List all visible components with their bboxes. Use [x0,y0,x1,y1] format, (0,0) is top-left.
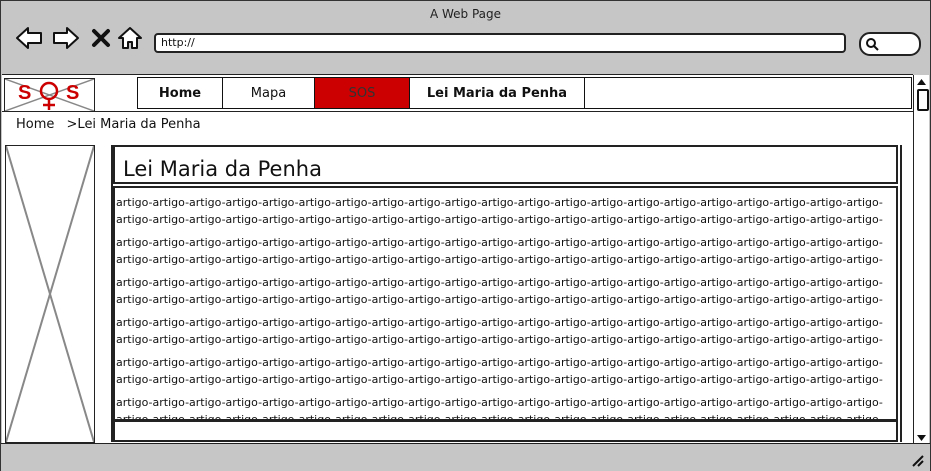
scroll-up-icon[interactable] [914,77,929,87]
browser-window: A Web Page http:// S S Home Mapa SOS Lei… [0,0,931,471]
back-arrow-icon [16,27,42,49]
logo-letter-right: S [66,82,79,104]
article-panel: Lei Maria da Penha artigo-artigo-artigo-… [111,145,902,442]
breadcrumb-current: >Lei Maria da Penha [66,117,201,132]
nav-empty-space [584,77,912,109]
stop-button[interactable] [90,25,112,51]
article-paragraph: artigo-artigo-artigo-artigo-artigo-artig… [116,236,883,266]
search-icon [866,38,879,51]
article-footer [113,420,898,442]
sos-logo[interactable]: S S [4,78,95,112]
breadcrumb-home[interactable]: Home [16,117,54,132]
forward-button[interactable] [52,25,80,51]
article-paragraph: artigo-artigo-artigo-artigo-artigo-artig… [116,316,883,346]
article-title: Lei Maria da Penha [123,157,322,181]
header-divider [2,111,913,112]
page-viewport: S S Home Mapa SOS Lei Maria da Penha Hom… [2,74,913,444]
tab-sos[interactable]: SOS [314,77,410,109]
tab-mapa[interactable]: Mapa [222,77,315,109]
article-header: Lei Maria da Penha [113,145,898,184]
main-nav: Home Mapa SOS Lei Maria da Penha [121,77,916,111]
image-placeholder [5,145,95,443]
window-title: A Web Page [429,7,502,21]
article-body: artigo-artigo-artigo-artigo-artigo-artig… [113,186,898,421]
browser-search-field[interactable] [859,32,921,56]
status-bar [1,443,930,471]
tab-home[interactable]: Home [137,77,223,109]
url-text: http:// [161,36,195,49]
tab-lei-maria-da-penha[interactable]: Lei Maria da Penha [409,77,585,109]
back-button[interactable] [15,25,43,51]
vertical-scrollbar[interactable] [913,75,929,443]
home-button[interactable] [117,25,143,51]
scroll-thumb[interactable] [917,89,929,111]
scroll-down-icon[interactable] [914,433,929,443]
placeholder-x-icon [6,146,94,442]
close-icon [92,29,110,47]
resize-grip-icon[interactable] [910,453,924,467]
article-paragraph: artigo-artigo-artigo-artigo-artigo-artig… [116,276,883,306]
home-icon [118,27,142,49]
article-paragraph: artigo-artigo-artigo-artigo-artigo-artig… [116,356,883,386]
article-paragraph: artigo-artigo-artigo-artigo-artigo-artig… [116,396,883,421]
tab-lei-label: Lei Maria da Penha [426,85,568,101]
article-paragraph: artigo-artigo-artigo-artigo-artigo-artig… [116,196,883,226]
logo-letter-left: S [18,82,31,104]
tab-mapa-label: Mapa [250,85,287,101]
url-input[interactable]: http:// [154,33,846,53]
forward-arrow-icon [53,27,79,49]
tab-sos-label: SOS [348,85,376,101]
breadcrumb: Home >Lei Maria da Penha [16,117,201,132]
tab-home-label: Home [158,85,202,101]
logo-image: S S [5,79,94,111]
